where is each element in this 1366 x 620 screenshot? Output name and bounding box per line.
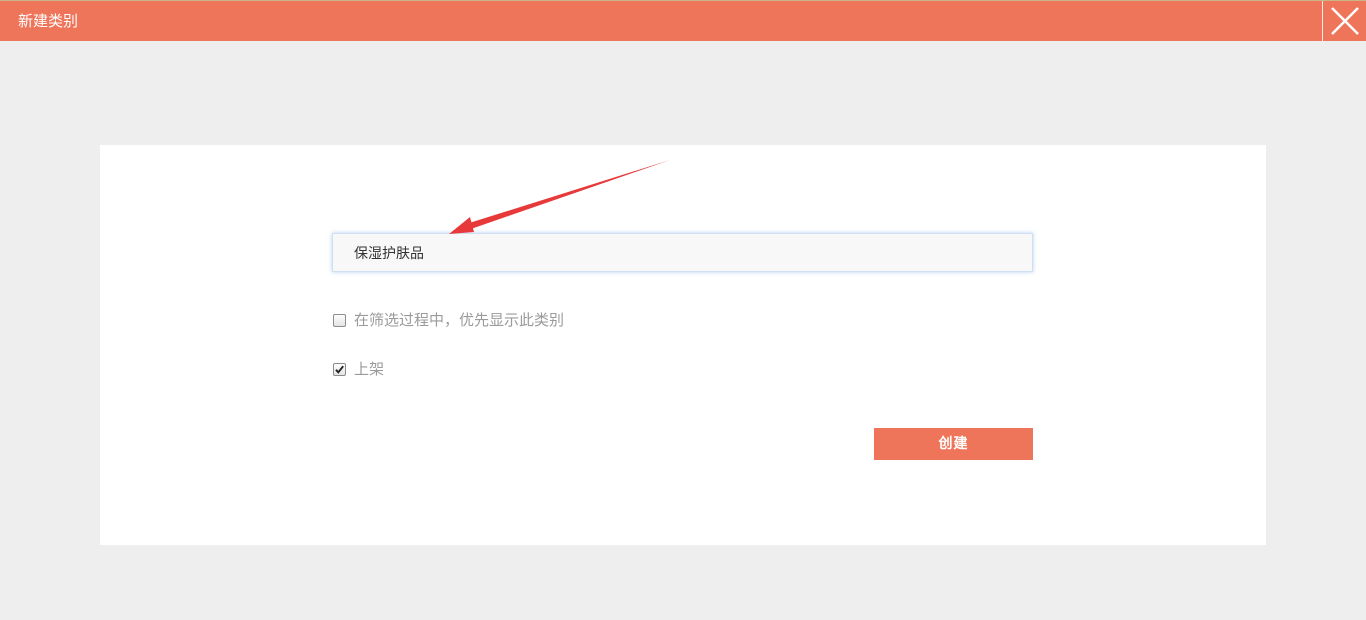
create-button[interactable]: 创建 — [874, 428, 1033, 460]
close-button[interactable] — [1322, 1, 1366, 42]
checkmark-icon — [335, 365, 344, 374]
priority-display-option[interactable]: 在筛选过程中，优先显示此类别 — [333, 310, 564, 330]
category-name-input[interactable] — [332, 233, 1033, 272]
dialog-title: 新建类别 — [18, 12, 79, 30]
on-shelf-option[interactable]: 上架 — [333, 359, 384, 379]
form-card: 在筛选过程中，优先显示此类别 上架 创建 — [100, 145, 1266, 545]
on-shelf-checkbox[interactable] — [333, 362, 346, 376]
priority-display-checkbox[interactable] — [333, 313, 346, 327]
priority-display-label: 在筛选过程中，优先显示此类别 — [354, 311, 565, 329]
on-shelf-label: 上架 — [354, 360, 385, 378]
close-icon — [1331, 7, 1359, 35]
dialog-titlebar: 新建类别 — [0, 0, 1366, 42]
